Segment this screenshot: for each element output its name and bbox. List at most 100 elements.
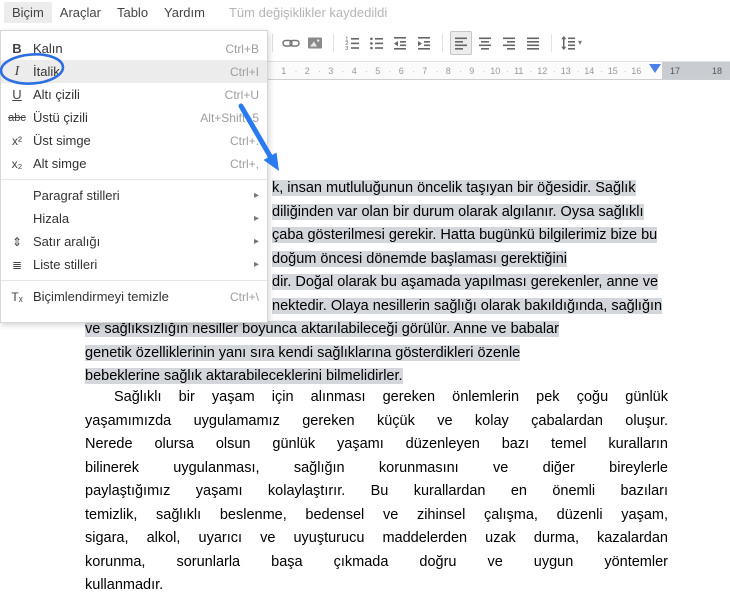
list-icon: ≣ <box>11 257 23 272</box>
toolbar-divider <box>333 33 334 52</box>
ruler-mark: 3 <box>319 66 344 76</box>
menu-item-label: Hizala <box>33 211 70 226</box>
menu-item-label: Altı çizili <box>33 87 80 102</box>
menu-item-bicimlendirmeyi-temizle[interactable]: Tₓ Biçimlendirmeyi temizle Ctrl+\ <box>1 285 267 308</box>
menu-bar: Biçim Araçlar Tablo Yardım Tüm değişikli… <box>0 0 730 24</box>
ruler-mark: 16 <box>631 65 642 76</box>
align-center-icon <box>479 37 491 50</box>
text-line: Nerede olursa olsun günlük yaşamı düzenl… <box>85 433 668 457</box>
shortcut-label: Ctrl+B <box>225 41 259 56</box>
submenu-arrow-icon: ▸ <box>253 213 259 224</box>
align-left-button[interactable] <box>450 30 472 55</box>
shortcut-label: Alt+Shift+5 <box>200 110 259 125</box>
text-line: temizlik, sağlıklı beslenme, bedensel ve… <box>85 504 668 528</box>
google-docs-window: Biçim Araçlar Tablo Yardım Tüm değişikli… <box>0 0 730 594</box>
ruler-mark: 1 <box>272 66 297 76</box>
menu-divider <box>1 179 267 180</box>
menu-item-alt-simge[interactable]: x₂ Alt simge Ctrl+, <box>1 152 267 175</box>
text: kullanmadır. <box>85 577 164 593</box>
menu-item-ust-simge[interactable]: x² Üst simge Ctrl+. <box>1 129 267 152</box>
align-right-button[interactable] <box>498 31 520 55</box>
line-spacing-button[interactable]: ▾ <box>559 31 582 55</box>
menu-item-paragraf-stilleri[interactable]: Paragraf stilleri ▸ <box>1 184 267 207</box>
increase-indent-button[interactable] <box>413 31 435 55</box>
shortcut-label: Ctrl+\ <box>229 289 259 304</box>
bulleted-list-button[interactable] <box>365 31 387 55</box>
selected-text: ve sağlıksızlığın nesiller boyunca aktar… <box>85 321 559 337</box>
text-line: paylaştığımız yaşamı kolaylaştırır. Bu k… <box>85 480 668 504</box>
ruler-mark: 2 <box>296 66 321 76</box>
underline-icon: U <box>12 87 22 102</box>
text: yaşamımızda uygulamamız gereken küçük ve… <box>85 412 668 429</box>
ruler-marks: 12345678910111213141516 <box>272 62 648 79</box>
text: Nerede olursa olsun günlük yaşamı düzenl… <box>85 436 668 452</box>
clear-formatting-icon: Tₓ <box>11 289 23 304</box>
text-line: korunma, sorunlarla başa çıkmada doğru v… <box>85 551 668 575</box>
submenu-arrow-icon: ▸ <box>253 259 259 270</box>
selected-text: nektedir. Olaya nesillerin sağlığı olara… <box>272 297 663 314</box>
selected-text: bebeklerine sağlık aktarabileceklerini b… <box>85 368 403 384</box>
text-line: Sağlıklı bir yaşam için alınması gereken… <box>85 386 668 410</box>
text: sigara, alkol, uyarıcı ve uyuşturucu mad… <box>85 530 668 546</box>
insert-image-button[interactable] <box>304 31 326 55</box>
menu-item-label: Alt simge <box>33 156 87 171</box>
text: paylaştığımız yaşamı kolaylaştırır. Bu k… <box>85 483 668 499</box>
decrease-indent-button[interactable] <box>389 31 411 55</box>
right-margin-marker[interactable] <box>649 64 661 73</box>
menu-item-kalin[interactable]: B Kalın Ctrl+B <box>1 37 267 60</box>
bold-icon: B <box>12 41 22 56</box>
toolbar-divider <box>551 33 552 52</box>
insert-link-button[interactable] <box>280 31 302 55</box>
text-line: bebeklerine sağlık aktarabileceklerini b… <box>85 365 705 389</box>
numbered-list-button[interactable]: 1 2 3 <box>341 31 363 55</box>
align-left-icon <box>455 37 467 50</box>
submenu-arrow-icon: ▸ <box>253 236 259 247</box>
align-right-icon <box>503 37 515 50</box>
text: bilinerek uygulanması, sağlığın korunmas… <box>85 459 668 476</box>
paragraph: Sağlıklı bir yaşam için alınması gereken… <box>85 386 668 598</box>
menu-item-hizala[interactable]: Hizala ▸ <box>1 207 267 230</box>
text-line: yaşamımızda uygulamamız gereken küçük ve… <box>85 410 668 434</box>
shortcut-label: Ctrl+I <box>229 64 259 79</box>
ruler-mark: 5 <box>366 66 391 76</box>
ruler-mark: 18 <box>711 65 722 76</box>
link-icon <box>282 39 300 47</box>
ruler-mark: 9 <box>460 66 485 76</box>
shortcut-label: Ctrl+, <box>229 156 259 171</box>
align-justify-button[interactable] <box>522 31 544 55</box>
increase-indent-icon <box>418 36 430 50</box>
menu-item-satir-araligi[interactable]: ⇕ Satır aralığı ▸ <box>1 230 267 253</box>
ruler-mark: 12 <box>531 66 555 76</box>
menu-item-label: Kalın <box>33 41 63 56</box>
menu-item-ustu-cizili[interactable]: abc Üstü çizili Alt+Shift+5 <box>1 106 267 129</box>
line-spacing-icon: ⇕ <box>11 234 23 249</box>
italic-icon: I <box>14 63 20 79</box>
selected-text: dir. Doğal olarak bu aşamada yapılması g… <box>272 274 659 290</box>
align-center-button[interactable] <box>474 31 496 55</box>
ruler-mark: 6 <box>390 66 415 76</box>
menu-bicim[interactable]: Biçim <box>4 1 52 23</box>
menu-item-alti-cizili[interactable]: U Altı çizili Ctrl+U <box>1 83 267 106</box>
text-line: sigara, alkol, uyarıcı ve uyuşturucu mad… <box>85 527 668 551</box>
menu-araclar[interactable]: Araçlar <box>52 2 109 23</box>
decrease-indent-icon <box>394 36 406 50</box>
menu-yardim[interactable]: Yardım <box>156 2 213 23</box>
menu-tablo[interactable]: Tablo <box>109 2 156 23</box>
menu-item-liste-stilleri[interactable]: ≣ Liste stilleri ▸ <box>1 253 267 276</box>
save-status: Tüm değişiklikler kaydedildi <box>228 4 388 20</box>
menu-item-label: Paragraf stilleri <box>33 188 120 203</box>
menu-item-label: Üstü çizili <box>33 110 88 125</box>
menu-item-italik[interactable]: I İtalik Ctrl+I <box>1 60 267 83</box>
ruler-mark: 17 <box>670 65 681 76</box>
align-justify-icon <box>527 37 539 50</box>
selected-text: çaba gösterilmesi gerekir. Hatta bugünkü… <box>272 227 658 243</box>
submenu-arrow-icon: ▸ <box>253 190 259 201</box>
format-menu: B Kalın Ctrl+B I İtalik Ctrl+I U Altı çi… <box>0 30 268 323</box>
shortcut-label: Ctrl+. <box>229 133 259 148</box>
menu-item-label: Liste stilleri <box>33 257 98 272</box>
svg-text:3: 3 <box>345 45 348 51</box>
ruler-mark: 13 <box>554 66 579 76</box>
ruler-margin-zone: 17 18 <box>662 62 730 79</box>
menu-item-label: Üst simge <box>33 133 91 148</box>
selected-text: doğum öncesi dönemde başlaması gerektiği… <box>272 250 568 267</box>
